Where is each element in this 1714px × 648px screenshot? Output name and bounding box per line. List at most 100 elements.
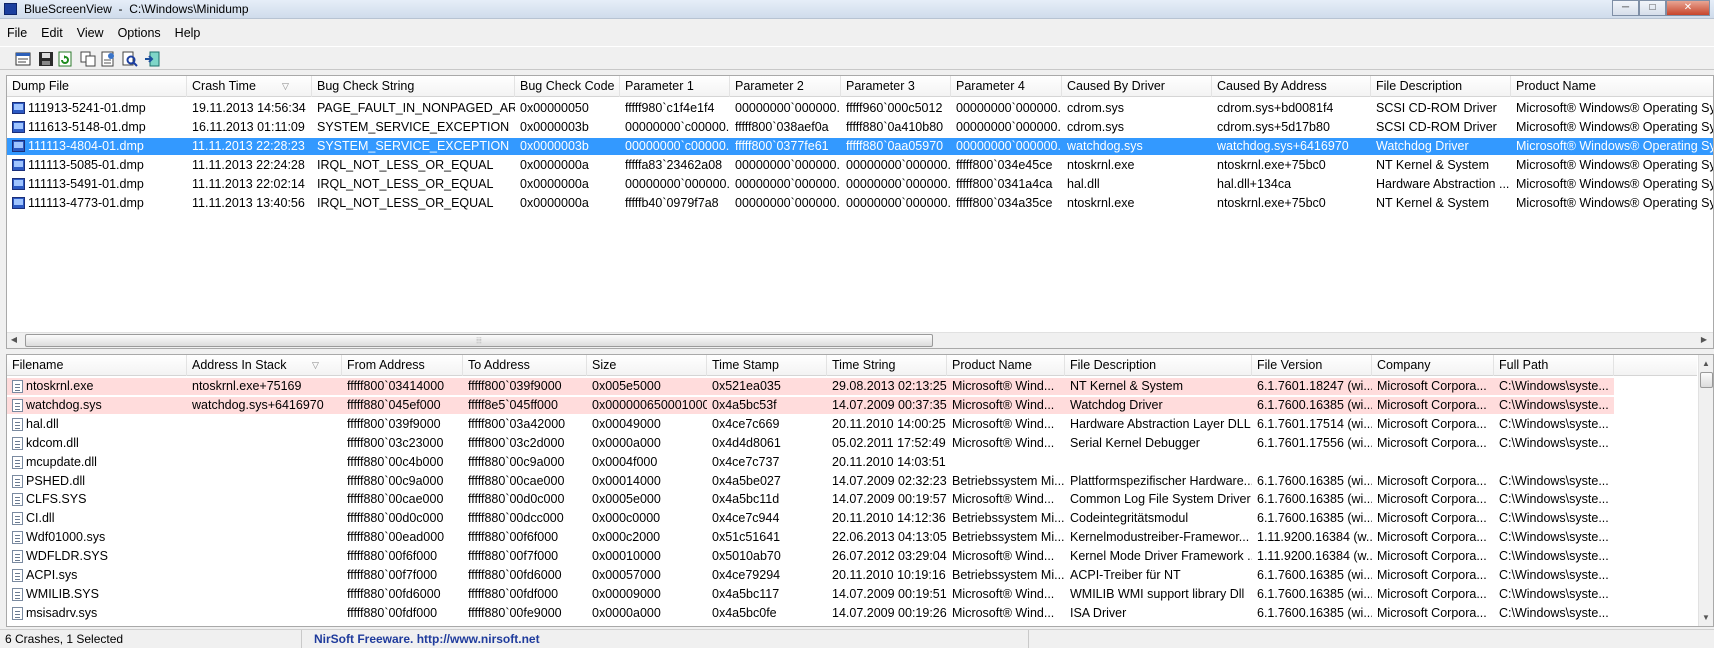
cell-company: Microsoft Corpora...: [1372, 378, 1494, 395]
column-header-caused-by-driver[interactable]: Caused By Driver: [1062, 76, 1212, 97]
app-icon: [4, 3, 17, 15]
column-header-bug-check-code[interactable]: Bug Check Code: [515, 76, 620, 97]
menu-file[interactable]: File: [0, 24, 34, 40]
cell-parameter-1: fffff980`c1f4e1f4: [620, 100, 730, 117]
driver-row[interactable]: mcupdate.dll fffff880`00c4b000 fffff880`00…: [7, 454, 1614, 471]
driver-row[interactable]: ACPI.sys fffff880`00f7f000 fffff880`00fd60…: [7, 567, 1614, 584]
driver-row[interactable]: WMILIB.SYS fffff880`00fd6000 fffff880`00fd…: [7, 586, 1614, 603]
driver-row[interactable]: msisadrv.sys fffff880`00fdf000 fffff880`00…: [7, 605, 1614, 622]
column-header-crash-time[interactable]: Crash Time: [187, 76, 312, 97]
crash-row[interactable]: 111913-5241-01.dmp 19.11.2013 14:56:34 PAG…: [7, 100, 1713, 117]
driver-row[interactable]: Wdf01000.sys fffff880`00ead000 fffff880`00…: [7, 529, 1614, 546]
column-header-product-name[interactable]: Product Name: [947, 355, 1065, 376]
cell-text: 20.11.2010 14:03:51: [832, 454, 946, 469]
cell-size: 0x00010000: [587, 548, 707, 565]
cell-text: cdrom.sys: [1067, 119, 1124, 134]
cell-text: 00000000`000000...: [846, 195, 951, 210]
exit-button[interactable]: [143, 50, 161, 67]
cell-text: 29.08.2013 02:13:25: [832, 379, 947, 393]
column-header-file-version[interactable]: File Version: [1252, 355, 1372, 376]
cell-company: Microsoft Corpora...: [1372, 586, 1494, 603]
driver-row[interactable]: CLFS.SYS fffff880`00cae000 fffff880`00d0c0…: [7, 491, 1614, 508]
driver-row[interactable]: PSHED.dll fffff880`00c9a000 fffff880`00cae…: [7, 473, 1614, 490]
column-header-caused-by-address[interactable]: Caused By Address: [1212, 76, 1371, 97]
cell-crash-time: 19.11.2013 14:56:34: [187, 100, 312, 117]
cell-address-in-stack: [187, 435, 342, 452]
column-header-dump-file[interactable]: Dump File: [7, 76, 187, 97]
driver-file-icon: [12, 569, 23, 582]
column-header-product-name[interactable]: Product Name: [1511, 76, 1713, 97]
menu-view[interactable]: View: [70, 24, 111, 40]
column-header-time-string[interactable]: Time String: [827, 355, 947, 376]
crash-row-selected[interactable]: 111113-4804-01.dmp 11.11.2013 22:28:23 SYS…: [7, 137, 1713, 156]
column-header-bug-check-string[interactable]: Bug Check String: [312, 76, 515, 97]
column-header-size[interactable]: Size: [587, 355, 707, 376]
scroll-left-arrow-icon[interactable]: ◀: [7, 333, 21, 347]
cell-text: 00000000`000000...: [735, 195, 841, 210]
column-header-time-stamp[interactable]: Time Stamp: [707, 355, 827, 376]
driver-list-vscroll-thumb[interactable]: [1700, 372, 1713, 388]
menu-edit[interactable]: Edit: [34, 24, 70, 40]
driver-row[interactable]: ntoskrnl.exe ntoskrnl.exe+75169 fffff800`0…: [7, 378, 1614, 396]
cell-full-path: C:\Windows\syste...: [1494, 510, 1614, 527]
crash-list[interactable]: Dump File Crash Time Bug Check String Bug C…: [6, 75, 1714, 349]
cell-full-path: C:\Windows\syste...: [1494, 548, 1614, 565]
html-report-icon: [101, 51, 114, 66]
crash-list-hscroll-thumb[interactable]: ⦙⦙⦙: [25, 334, 933, 347]
scroll-right-arrow-icon[interactable]: ▶: [1697, 333, 1711, 347]
nirsoft-link[interactable]: NirSoft Freeware. http://www.nirsoft.net: [309, 630, 1029, 648]
scroll-up-arrow-icon[interactable]: ▲: [1699, 357, 1713, 371]
driver-list[interactable]: Filename Address In Stack From Address To A…: [6, 354, 1714, 627]
column-header-parameter-2[interactable]: Parameter 2: [730, 76, 841, 97]
menu-help[interactable]: Help: [168, 24, 208, 40]
cell-text: Betriebssystem Mi...: [952, 568, 1065, 582]
driver-row[interactable]: hal.dll fffff800`039f9000 fffff800`03a4200…: [7, 416, 1614, 433]
maximize-button[interactable]: □: [1639, 0, 1666, 16]
cell-crash-time: 16.11.2013 01:11:09: [187, 119, 312, 136]
cell-filename: ACPI.sys: [7, 567, 187, 584]
cell-time-string: 20.11.2010 14:03:51: [827, 454, 947, 471]
column-header-parameter-1[interactable]: Parameter 1: [620, 76, 730, 97]
refresh-button[interactable]: [56, 50, 74, 67]
cell-text: fffff880`0aa05970: [846, 138, 944, 153]
crash-list-hscrollbar[interactable]: ◀ ⦙⦙⦙ ▶: [7, 332, 1713, 348]
menu-options[interactable]: Options: [111, 24, 168, 40]
column-header-file-description[interactable]: File Description: [1371, 76, 1511, 97]
cell-text: ACPI.sys: [26, 568, 78, 582]
save-button[interactable]: [37, 50, 55, 67]
column-header-filename[interactable]: Filename: [7, 355, 187, 376]
crash-row[interactable]: 111113-4773-01.dmp 11.11.2013 13:40:56 IRQ…: [7, 195, 1713, 212]
column-header-file-description[interactable]: File Description: [1065, 355, 1252, 376]
crash-row[interactable]: 111613-5148-01.dmp 16.11.2013 01:11:09 SYS…: [7, 119, 1713, 136]
cell-text: 14.07.2009 00:37:35: [832, 397, 947, 412]
cell-from-address: fffff880`00f7f000: [342, 567, 463, 584]
driver-row[interactable]: watchdog.sys watchdog.sys+6416970 fffff880…: [7, 396, 1614, 415]
properties-button[interactable]: [14, 50, 32, 67]
crash-row[interactable]: 111113-5491-01.dmp 11.11.2013 22:02:14 IRQ…: [7, 176, 1713, 193]
cell-text: Microsoft® Wind...: [952, 397, 1055, 412]
cell-file-description: Hardware Abstraction Layer DLL: [1065, 416, 1252, 433]
driver-row[interactable]: WDFLDR.SYS fffff880`00f6f000 fffff880`00f7…: [7, 548, 1614, 565]
column-header-full-path[interactable]: Full Path: [1494, 355, 1614, 376]
find-button[interactable]: [121, 50, 139, 67]
driver-row[interactable]: CI.dll fffff880`00d0c000 fffff880`00dcc000…: [7, 510, 1614, 527]
column-header-company[interactable]: Company: [1372, 355, 1494, 376]
scroll-down-arrow-icon[interactable]: ▼: [1699, 611, 1713, 625]
html-report-button[interactable]: [99, 50, 117, 67]
cell-parameter-1: fffffb40`0979f7a8: [620, 195, 730, 212]
minimize-button[interactable]: ─: [1612, 0, 1639, 16]
cell-caused-by-address: hal.dll+134ca: [1212, 176, 1371, 193]
driver-list-vscrollbar[interactable]: ▲ ▼: [1698, 355, 1713, 626]
cell-text: IRQL_NOT_LESS_OR_EQUAL: [317, 176, 494, 191]
copy-button[interactable]: [79, 50, 97, 67]
driver-row[interactable]: kdcom.dll fffff800`03c23000 fffff800`03c2d…: [7, 435, 1614, 452]
cell-text: 1.11.9200.16384 (w...: [1257, 530, 1372, 545]
cell-caused-by-address: ntoskrnl.exe+75bc0: [1212, 157, 1371, 174]
column-header-to-address[interactable]: To Address: [463, 355, 587, 376]
column-header-parameter-4[interactable]: Parameter 4: [951, 76, 1062, 97]
column-header-parameter-3[interactable]: Parameter 3: [841, 76, 951, 97]
close-button[interactable]: ✕: [1666, 0, 1710, 16]
column-header-from-address[interactable]: From Address: [342, 355, 463, 376]
copy-icon: [80, 51, 96, 66]
crash-row[interactable]: 111113-5085-01.dmp 11.11.2013 22:24:28 IRQ…: [7, 157, 1713, 174]
